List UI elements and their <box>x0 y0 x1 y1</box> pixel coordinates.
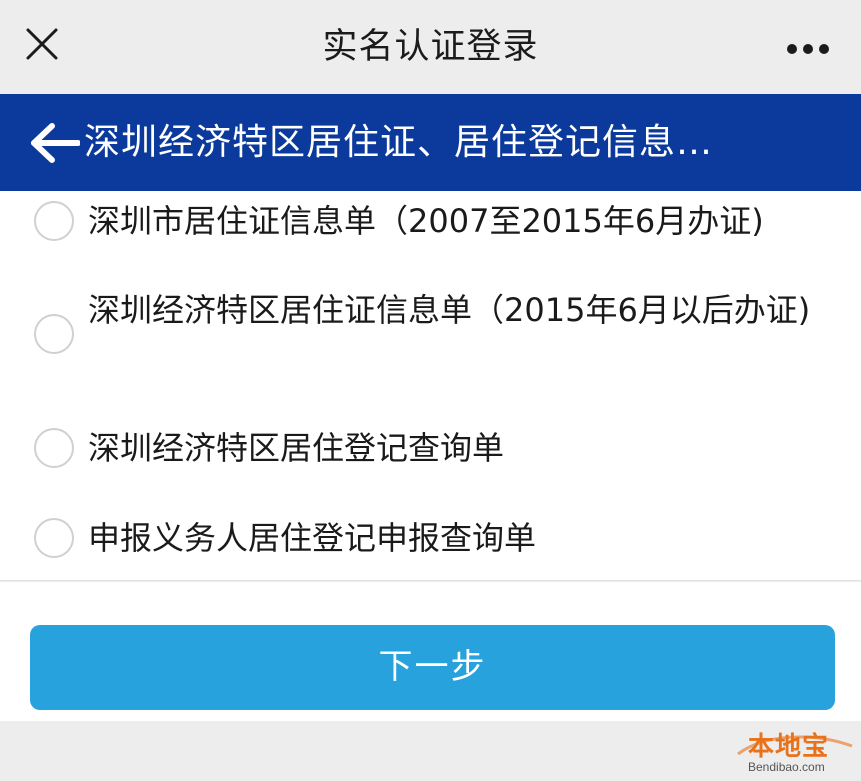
next-step-button[interactable]: 下一步 <box>30 625 835 710</box>
close-icon <box>26 28 58 60</box>
watermark-name: 本地宝 <box>748 732 830 762</box>
section-title: 深圳经济特区居住证、居住登记信息… <box>84 122 714 163</box>
watermark-logo: 本地宝 Bendibao.com <box>734 724 856 778</box>
title-bar: 实名认证登录 <box>0 0 861 94</box>
option-label: 深圳经济特区居住登记查询单 <box>88 429 505 467</box>
option-label: 深圳经济特区居住证信息单（2015年6月以后办证) <box>88 291 811 329</box>
radio-unchecked-icon[interactable] <box>34 518 74 558</box>
back-button[interactable] <box>28 122 81 164</box>
section-header: 深圳经济特区居住证、居住登记信息… <box>0 94 861 191</box>
page-title: 实名认证登录 <box>322 27 539 67</box>
radio-unchecked-icon[interactable] <box>34 314 74 354</box>
close-button[interactable] <box>22 24 62 64</box>
option-label: 申报义务人居住登记申报查询单 <box>88 519 537 557</box>
option-label: 深圳市居住证信息单（2007至2015年6月办证) <box>88 202 764 240</box>
watermark-url: Bendibao.com <box>748 760 825 774</box>
back-arrow-icon <box>31 123 81 163</box>
action-area: 下一步 <box>0 582 861 721</box>
option-item[interactable]: 深圳经济特区居住登记查询单 <box>0 421 861 477</box>
page-footer <box>0 721 861 781</box>
radio-unchecked-icon[interactable] <box>34 201 74 241</box>
option-item[interactable]: 申报义务人居住登记申报查询单 <box>0 511 861 567</box>
more-icon <box>787 44 829 54</box>
more-button[interactable] <box>786 40 830 54</box>
radio-unchecked-icon[interactable] <box>34 428 74 468</box>
document-type-options: 深圳市居住证信息单（2007至2015年6月办证) 深圳经济特区居住证信息单（2… <box>0 191 861 581</box>
option-item[interactable]: 深圳市居住证信息单（2007至2015年6月办证) <box>0 191 861 255</box>
option-item[interactable]: 深圳经济特区居住证信息单（2015年6月以后办证) <box>0 281 861 387</box>
